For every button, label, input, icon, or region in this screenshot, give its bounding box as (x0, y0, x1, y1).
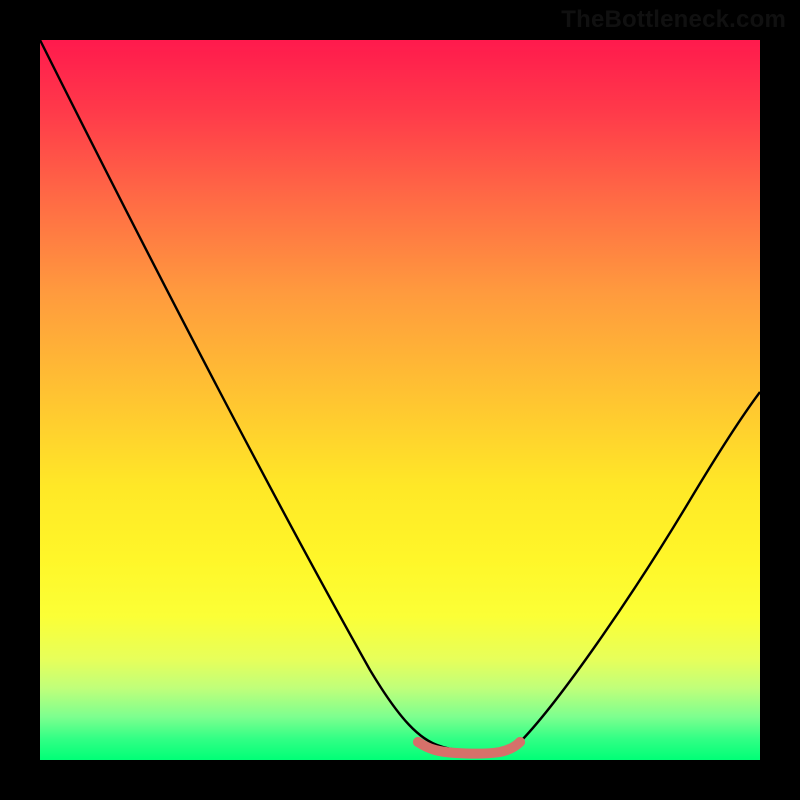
bottleneck-curve (40, 40, 760, 752)
min-dot-left (413, 737, 423, 747)
plot-area (40, 40, 760, 760)
watermark-text: TheBottleneck.com (561, 6, 786, 34)
curve-layer (40, 40, 760, 760)
chart-frame: TheBottleneck.com (0, 0, 800, 800)
min-dot-right (515, 737, 525, 747)
